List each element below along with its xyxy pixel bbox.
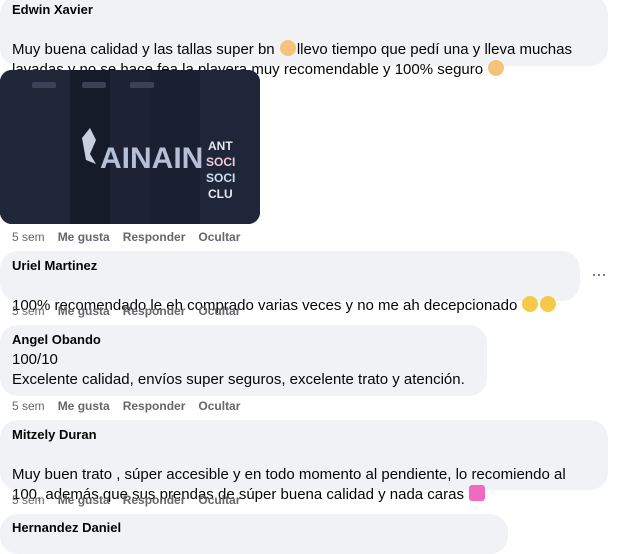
clapping-hands-icon [279, 40, 296, 56]
like-button[interactable]: Me gusta [58, 492, 110, 508]
unamused-face-icon [522, 296, 539, 312]
clapping-hands-icon [488, 60, 505, 76]
comment-bubble: Uriel Martinez 100% recomendado le eh co… [0, 251, 580, 314]
comment-author[interactable]: Mitzely Duran [12, 427, 596, 443]
comment-text-part: Muy buena calidad y las tallas super bn [12, 41, 279, 58]
comment-author[interactable]: Hernandez Daniel [12, 520, 496, 536]
comment-text: 100/10 Excelente calidad, envíos super s… [12, 351, 465, 388]
hide-button[interactable]: Ocultar [198, 398, 240, 414]
reply-button[interactable]: Responder [123, 398, 186, 414]
pink-heart-icon [469, 485, 486, 501]
hide-button[interactable]: Ocultar [198, 229, 240, 245]
more-options-icon[interactable]: ··· [591, 265, 607, 283]
shirt-print-text: AINAIN [100, 142, 203, 175]
shirts-photo-icon: AINAIN ANT SOCI SOCI CLU [0, 70, 260, 224]
svg-text:ANT: ANT [208, 139, 233, 153]
svg-text:SOCI: SOCI [206, 171, 235, 185]
svg-text:SOCI: SOCI [206, 155, 235, 169]
comment-bubble: Edwin Xavier Muy buena calidad y las tal… [0, 0, 608, 78]
face-with-monocle-icon [540, 296, 557, 312]
comment-bubble: Hernandez Daniel [0, 514, 508, 554]
like-button[interactable]: Me gusta [58, 398, 110, 414]
comment-bubble: Mitzely Duran Muy buen trato , súper acc… [0, 420, 608, 503]
reply-button[interactable]: Responder [123, 229, 186, 245]
comment-author[interactable]: Angel Obando [12, 332, 475, 348]
like-button[interactable]: Me gusta [58, 303, 110, 319]
reply-button[interactable]: Responder [123, 303, 186, 319]
comment-timestamp[interactable]: 5 sem [12, 492, 45, 508]
hide-button[interactable]: Ocultar [198, 303, 240, 319]
comment-timestamp[interactable]: 5 sem [12, 229, 45, 245]
comment-actions: 5 sem Me gusta Responder Ocultar [12, 229, 253, 245]
comment-photo[interactable]: AINAIN ANT SOCI SOCI CLU [0, 70, 260, 224]
comment-actions: 5 sem Me gusta Responder Ocultar [12, 398, 253, 414]
comment-bubble: Angel Obando 100/10 Excelente calidad, e… [0, 325, 487, 396]
reply-button[interactable]: Responder [123, 492, 186, 508]
comment-author[interactable]: Uriel Martinez [12, 258, 568, 274]
svg-text:CLU: CLU [208, 187, 233, 201]
comment-timestamp[interactable]: 5 sem [12, 303, 45, 319]
hide-button[interactable]: Ocultar [198, 492, 240, 508]
comment-author[interactable]: Edwin Xavier [12, 2, 596, 18]
comment-actions: 5 sem Me gusta Responder Ocultar [12, 492, 253, 508]
comment-actions: 5 sem Me gusta Responder Ocultar [12, 303, 253, 319]
like-button[interactable]: Me gusta [58, 229, 110, 245]
comment-timestamp[interactable]: 5 sem [12, 398, 45, 414]
